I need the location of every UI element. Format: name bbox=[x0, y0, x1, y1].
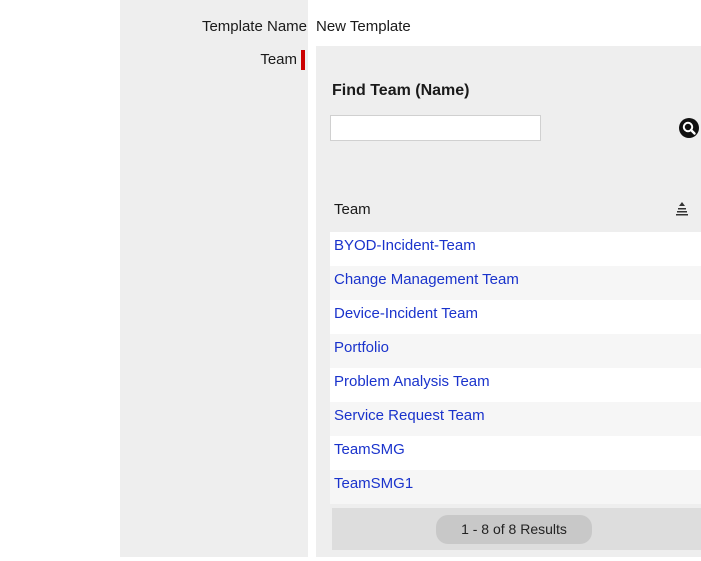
team-link[interactable]: BYOD-Incident-Team bbox=[334, 237, 476, 254]
list-item: Portfolio bbox=[330, 334, 701, 368]
list-item: Service Request Team bbox=[330, 402, 701, 436]
team-list: BYOD-Incident-Team Change Management Tea… bbox=[330, 232, 701, 504]
team-label: Team bbox=[260, 51, 297, 68]
results-count-badge: 1 - 8 of 8 Results bbox=[436, 515, 592, 544]
list-item: BYOD-Incident-Team bbox=[330, 232, 701, 266]
required-indicator bbox=[301, 50, 305, 70]
list-item: Change Management Team bbox=[330, 266, 701, 300]
label-column: Template Name Team bbox=[120, 0, 308, 557]
team-search-input[interactable] bbox=[330, 115, 541, 141]
team-link[interactable]: Change Management Team bbox=[334, 271, 519, 288]
find-team-title: Find Team (Name) bbox=[332, 82, 470, 99]
team-column-header[interactable]: Team bbox=[334, 201, 371, 218]
team-link[interactable]: TeamSMG1 bbox=[334, 475, 413, 492]
list-item: TeamSMG1 bbox=[330, 470, 701, 504]
template-name-value: New Template bbox=[316, 18, 411, 35]
list-item: TeamSMG bbox=[330, 436, 701, 470]
team-link[interactable]: Problem Analysis Team bbox=[334, 373, 490, 390]
sort-ascending-icon[interactable] bbox=[675, 200, 689, 216]
team-link[interactable]: Service Request Team bbox=[334, 407, 485, 424]
team-link[interactable]: TeamSMG bbox=[334, 441, 405, 458]
template-name-label: Template Name bbox=[201, 18, 307, 35]
list-item: Device-Incident Team bbox=[330, 300, 701, 334]
team-link[interactable]: Device-Incident Team bbox=[334, 305, 478, 322]
search-icon[interactable] bbox=[679, 118, 699, 138]
team-link[interactable]: Portfolio bbox=[334, 339, 389, 356]
list-item: Problem Analysis Team bbox=[330, 368, 701, 402]
